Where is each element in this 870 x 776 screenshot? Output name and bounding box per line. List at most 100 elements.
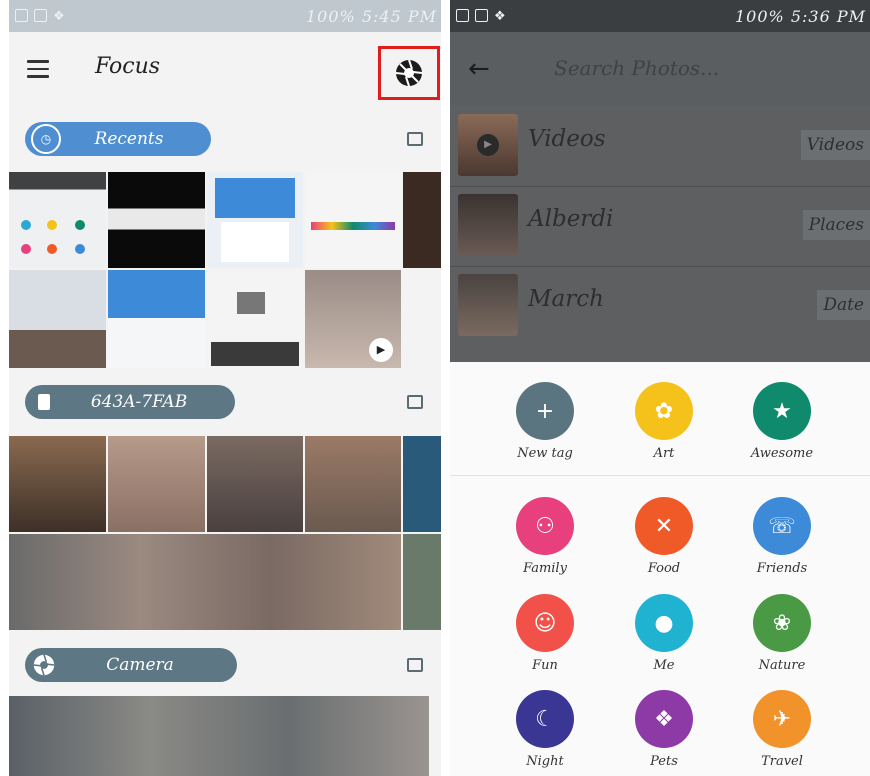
tag-label: New tag — [517, 446, 573, 461]
star-icon: ★ — [753, 382, 811, 440]
tag-fun[interactable]: ☺ Fun — [495, 594, 595, 673]
photo-thumbnail[interactable] — [9, 172, 106, 268]
suggestion-row[interactable]: March Date — [450, 266, 870, 346]
search-input[interactable]: Search Photos... — [554, 56, 719, 80]
fork-knife-icon: ✕ — [635, 497, 693, 555]
notification-icon — [475, 8, 488, 22]
plus-icon: + — [516, 382, 574, 440]
dropbox-icon: ❖ — [53, 8, 65, 24]
tag-label: Fun — [532, 658, 558, 673]
tag-label: Family — [523, 561, 567, 576]
sdcard-grid — [9, 436, 441, 632]
photo-thumbnail[interactable] — [403, 436, 441, 532]
tag-friends[interactable]: ☏ Friends — [732, 497, 832, 576]
tag-new-tag[interactable]: + New tag — [495, 382, 595, 461]
paw-icon: ❖ — [635, 690, 693, 748]
photo-thumbnail[interactable] — [9, 436, 106, 532]
play-icon: ▶ — [477, 134, 499, 156]
photo-thumbnail[interactable] — [9, 270, 106, 368]
photo-thumbnail[interactable] — [9, 534, 401, 630]
suggestion-row[interactable]: ▶ Videos Videos — [450, 106, 870, 187]
tag-me[interactable]: ● Me — [614, 594, 714, 673]
expand-icon[interactable] — [407, 395, 423, 409]
suggestion-thumbnail — [458, 194, 518, 256]
app-bar: Focus — [9, 32, 441, 106]
photo-thumbnail[interactable] — [108, 270, 205, 368]
shutter-icon — [31, 652, 57, 678]
status-time: 100% 5:36 PM — [735, 6, 866, 26]
suggestion-label: Videos — [528, 126, 606, 152]
notification-icon — [15, 8, 28, 22]
timer-icon: ◷ — [31, 124, 61, 154]
palette-icon: ✿ — [635, 382, 693, 440]
camera-shutter-button[interactable] — [378, 46, 440, 100]
video-thumbnail[interactable]: ▶ — [305, 270, 401, 368]
person-icon: ● — [635, 594, 693, 652]
album-pill-sdcard[interactable]: 643A-7FAB — [25, 385, 235, 419]
phone-person-icon: ☏ — [753, 497, 811, 555]
photo-thumbnail[interactable] — [108, 172, 205, 268]
menu-icon[interactable] — [27, 60, 49, 78]
sd-card-icon — [31, 389, 57, 415]
expand-icon[interactable] — [407, 132, 423, 146]
suggestion-row[interactable]: Alberdi Places — [450, 186, 870, 267]
focus-gallery-screen: ❖ 100% 5:45 PM Focus ◷ Recents ▶ 643A-7F… — [9, 0, 441, 776]
airplane-icon: ✈ — [753, 690, 811, 748]
album-pill-camera[interactable]: Camera — [25, 648, 237, 682]
search-bar: ← Search Photos... — [450, 32, 870, 106]
tag-nature[interactable]: ❀ Nature — [732, 594, 832, 673]
search-suggestions: ▶ Videos Videos Alberdi Places March Dat… — [450, 106, 870, 362]
tag-awesome[interactable]: ★ Awesome — [732, 382, 832, 461]
tag-label: Travel — [761, 754, 803, 769]
tag-art[interactable]: ✿ Art — [614, 382, 714, 461]
tag-night[interactable]: ☾ Night — [495, 690, 595, 769]
divider — [450, 475, 870, 476]
photo-thumbnail[interactable] — [207, 172, 303, 268]
tag-travel[interactable]: ✈ Travel — [732, 690, 832, 769]
photo-thumbnail[interactable] — [108, 436, 205, 532]
status-bar: ❖ 100% 5:36 PM — [450, 0, 870, 32]
section-header-sdcard: 643A-7FAB — [9, 385, 441, 425]
status-bar: ❖ 100% 5:45 PM — [9, 0, 441, 32]
status-time: 100% 5:45 PM — [306, 6, 437, 26]
section-header-camera: Camera — [9, 648, 441, 688]
suggestion-category-chip: Date — [817, 290, 870, 320]
tag-grid: + New tag ✿ Art ★ Awesome ⚇ Family ✕ Food ☏ Friends… — [450, 362, 870, 776]
search-tags-screen: ❖ 100% 5:36 PM ← Search Photos... ▶ Vide… — [450, 0, 870, 776]
flower-icon: ❀ — [753, 594, 811, 652]
tag-label: Art — [653, 446, 675, 461]
album-label: Recents — [94, 129, 164, 149]
tag-label: Night — [526, 754, 564, 769]
tag-label: Pets — [650, 754, 678, 769]
suggestion-label: Alberdi — [528, 206, 614, 232]
album-label: 643A-7FAB — [90, 392, 188, 412]
photo-thumbnail[interactable] — [403, 172, 441, 268]
suggestion-category-chip: Places — [802, 210, 870, 240]
suggestion-category-chip: Videos — [800, 130, 870, 160]
photo-thumbnail[interactable] — [207, 436, 303, 532]
album-pill-recents[interactable]: ◷ Recents — [25, 122, 211, 156]
photo-thumbnail[interactable] — [403, 534, 441, 630]
notification-icon — [34, 8, 47, 22]
photo-thumbnail[interactable] — [207, 270, 303, 368]
section-header-recents: ◷ Recents — [9, 122, 441, 162]
dropbox-icon: ❖ — [494, 8, 506, 24]
album-label: Camera — [106, 655, 174, 675]
tag-family[interactable]: ⚇ Family — [495, 497, 595, 576]
photo-thumbnail[interactable] — [305, 436, 401, 532]
photo-thumbnail[interactable] — [9, 696, 429, 776]
camera-grid — [9, 696, 441, 776]
tag-label: Food — [647, 561, 681, 576]
tag-label: Awesome — [750, 446, 814, 461]
suggestion-thumbnail: ▶ — [458, 114, 518, 176]
back-arrow-icon[interactable]: ← — [468, 54, 490, 84]
people-icon: ⚇ — [516, 497, 574, 555]
moon-icon: ☾ — [516, 690, 574, 748]
photo-thumbnail[interactable] — [305, 172, 401, 268]
tag-food[interactable]: ✕ Food — [614, 497, 714, 576]
tag-label: Friends — [756, 561, 808, 576]
expand-icon[interactable] — [407, 658, 423, 672]
tag-pets[interactable]: ❖ Pets — [614, 690, 714, 769]
app-title: Focus — [95, 54, 161, 79]
tag-label: Nature — [758, 658, 806, 673]
